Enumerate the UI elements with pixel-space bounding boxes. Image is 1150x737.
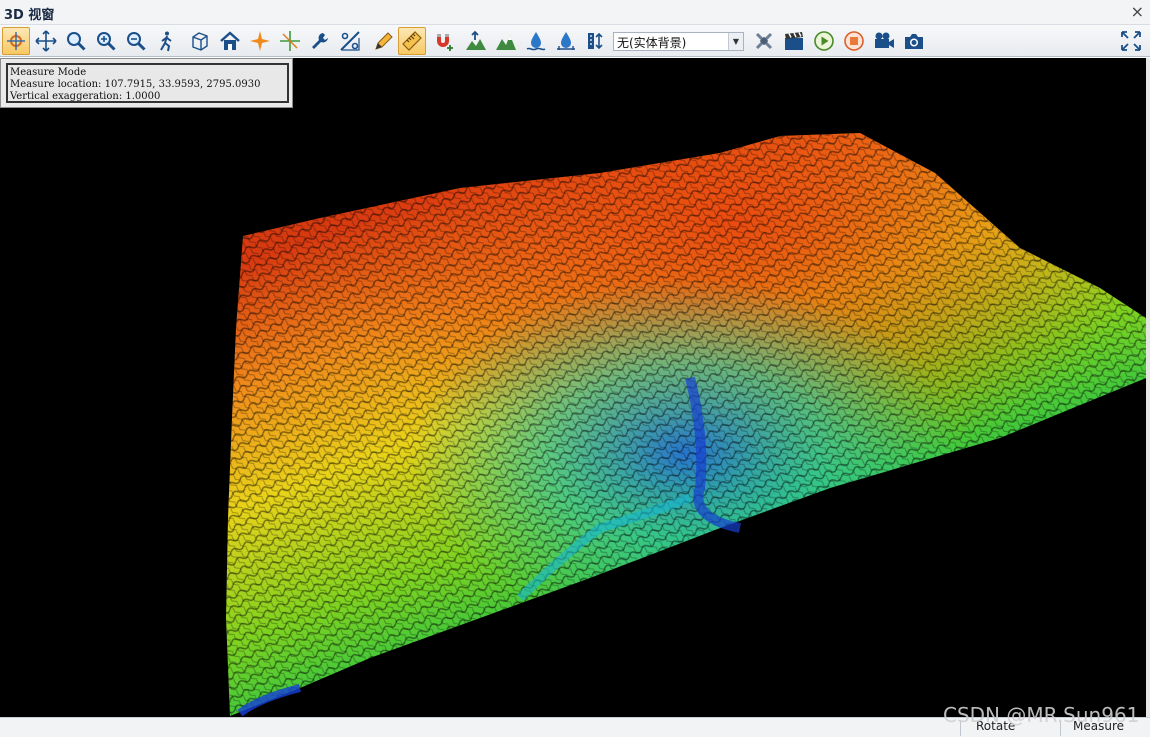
window-title: 3D 视窗 [4,8,55,23]
clapper-icon[interactable] [780,27,808,55]
terrain-surface [226,133,1146,717]
close-icon[interactable]: × [1131,2,1144,21]
camera-icon[interactable] [900,27,928,55]
terrain-peaks-icon[interactable] [492,27,520,55]
zoom-out-icon[interactable] [122,27,150,55]
measure-mode-label: Measure Mode [10,67,87,78]
measure-mode-icon[interactable] [2,27,30,55]
play-icon[interactable] [810,27,838,55]
vertical-scrollbar[interactable] [1146,58,1150,717]
satellite-icon[interactable] [750,27,778,55]
home-icon[interactable] [216,27,244,55]
box-view-icon[interactable] [186,27,214,55]
pencil-icon[interactable] [370,27,398,55]
wrench-icon[interactable] [306,27,334,55]
stop-icon[interactable] [840,27,868,55]
measure-info-panel: Measure Mode Measure location: 107.7915,… [0,58,293,108]
pan-icon[interactable] [32,27,60,55]
slope-percent-icon[interactable] [336,27,364,55]
measure-ruler-icon[interactable] [398,27,426,55]
snap-magnet-icon[interactable] [430,27,458,55]
zoom-icon[interactable] [62,27,90,55]
zoom-in-icon[interactable] [92,27,120,55]
video-camera-icon[interactable] [870,27,898,55]
measure-info-box: Measure Mode Measure location: 107.7915,… [6,63,289,103]
crosshair-icon[interactable] [276,27,304,55]
watermark-text: CSDN @MR.Sun961 [943,703,1140,727]
background-select-value: 无(实体背景) [617,36,687,50]
toolbar [0,25,1150,57]
terrain-up-icon[interactable] [462,27,490,55]
fullscreen-icon[interactable] [1117,27,1145,55]
3d-viewport[interactable] [0,58,1146,717]
chevron-down-icon[interactable]: ▼ [728,33,743,50]
exaggeration-icon[interactable] [582,27,610,55]
water-level-icon[interactable] [522,27,550,55]
background-select[interactable]: 无(实体背景) ▼ [613,32,744,51]
measure-location-label: Measure location: 107.7915, 33.9593, 279… [10,79,261,90]
water-drop-icon[interactable] [552,27,580,55]
walk-icon[interactable] [152,27,180,55]
center-star-icon[interactable] [246,27,274,55]
vertical-exaggeration-label: Vertical exaggeration: 1.0000 [10,91,161,102]
window-titlebar: 3D 视窗 × [0,0,1150,25]
